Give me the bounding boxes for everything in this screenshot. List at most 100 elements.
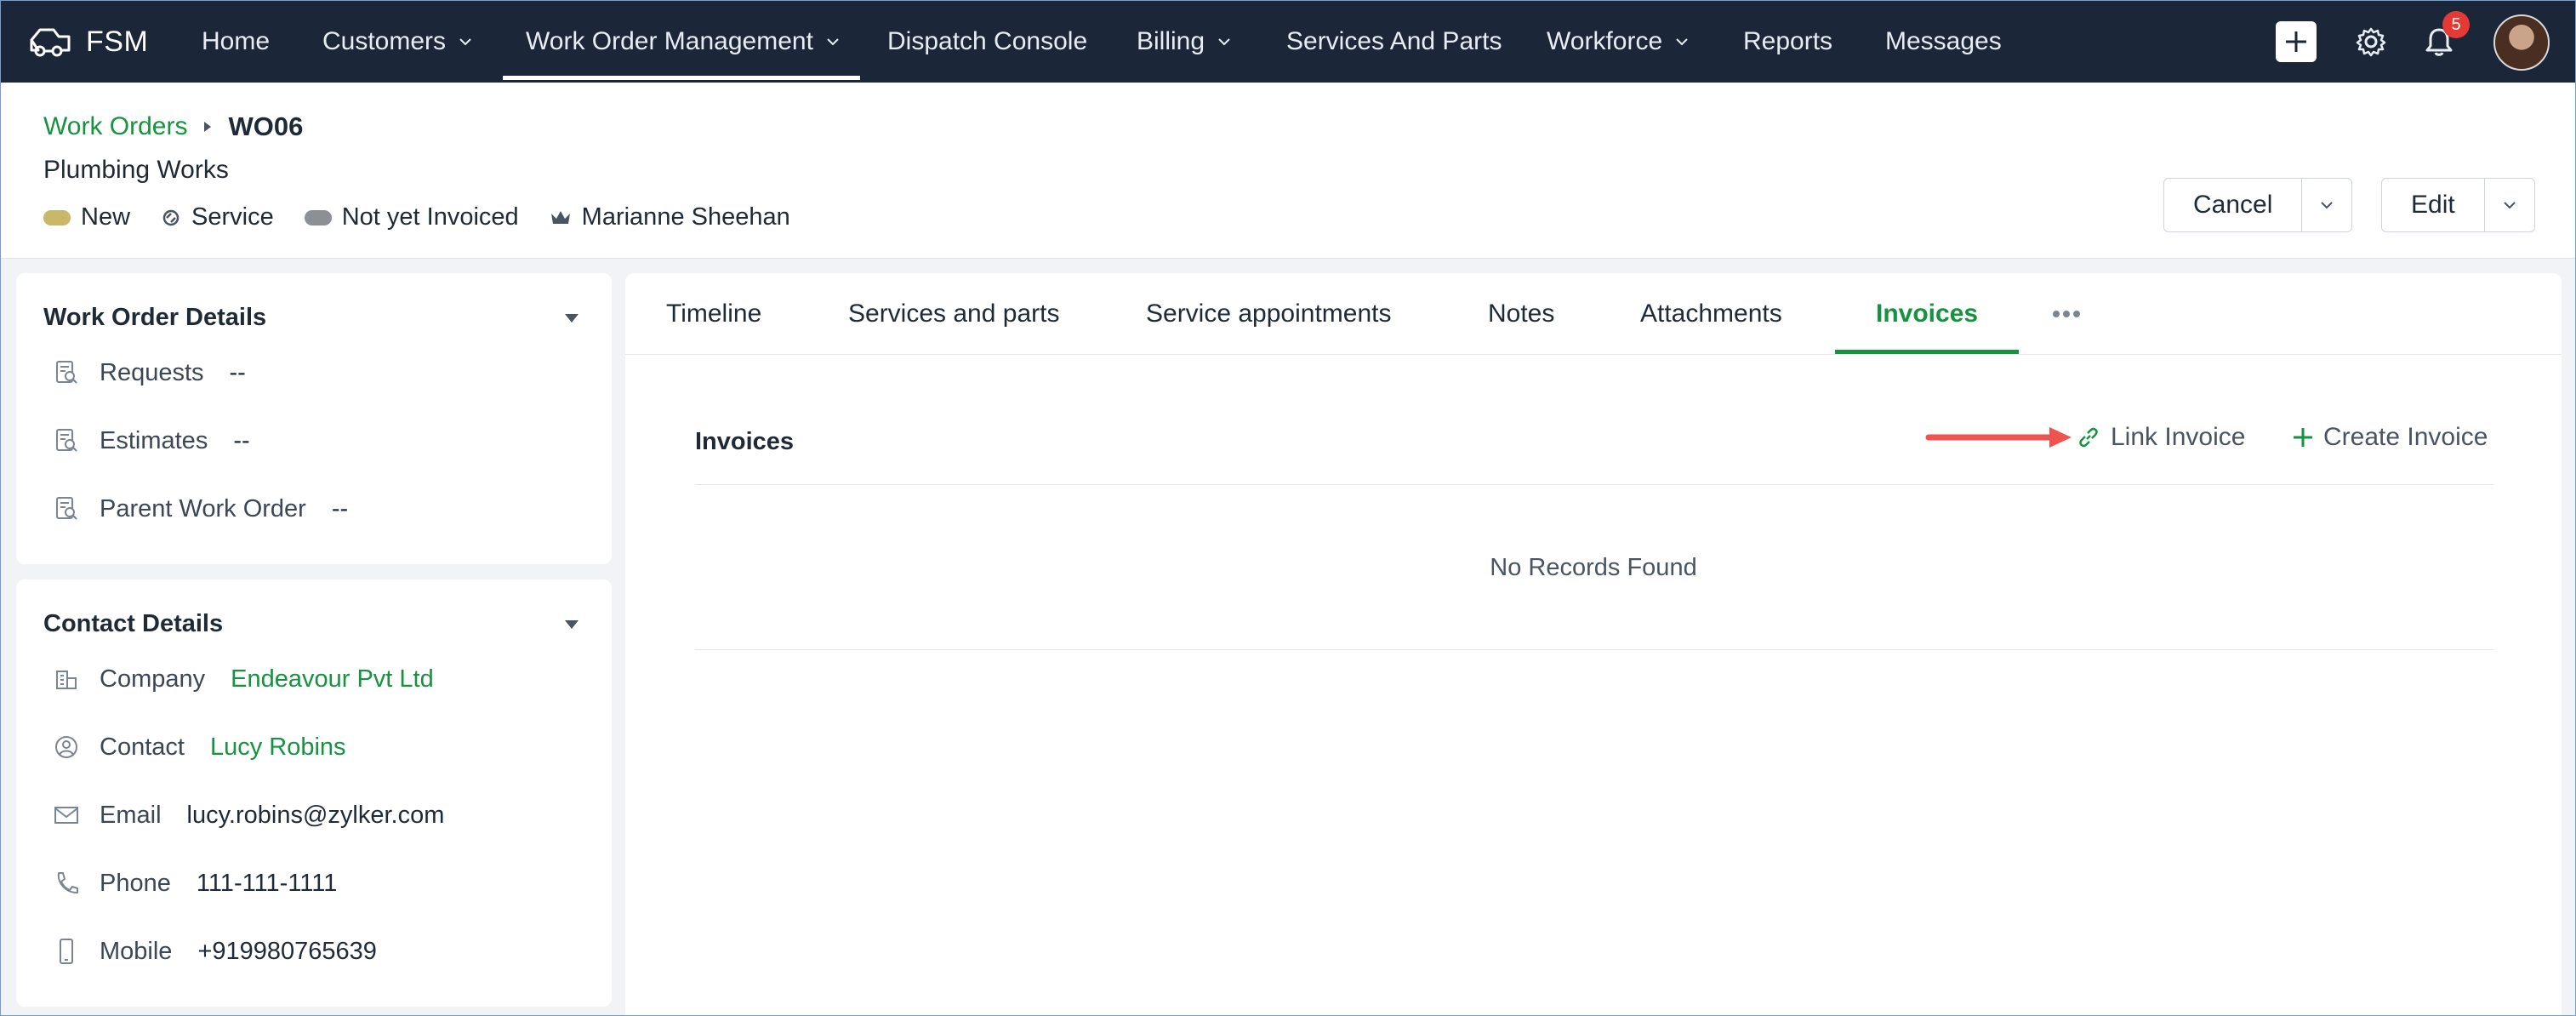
annotation-arrow-icon: [1925, 427, 2072, 448]
tab-services-and-parts[interactable]: Services and parts: [848, 273, 1059, 355]
cancel-dropdown-button[interactable]: [2302, 179, 2351, 231]
contact-link[interactable]: Lucy Robins: [210, 733, 346, 762]
more-tabs-icon[interactable]: [2051, 305, 2082, 322]
document-search-icon: [56, 497, 77, 520]
nav-workforce-label: Workforce: [1547, 27, 1663, 55]
chevron-down-icon: [2503, 202, 2516, 209]
tab-attachments[interactable]: Attachments: [1640, 273, 1782, 355]
nav-services-and-parts-label: Services And Parts: [1286, 27, 1502, 55]
invoice-status-tag-label: Not yet Invoiced: [341, 203, 519, 231]
contact-icon: [55, 736, 77, 758]
phone-label: Phone: [100, 869, 171, 897]
user-avatar[interactable]: [2493, 14, 2550, 71]
nav-messages[interactable]: Messages: [1885, 1, 2002, 83]
nav-customers-label: Customers: [322, 27, 447, 55]
collapse-caret-icon[interactable]: [565, 314, 578, 322]
chevron-down-icon: [1676, 38, 1688, 46]
edit-split-button: Edit: [2381, 178, 2535, 232]
building-icon: [56, 671, 77, 689]
tab-service-appointments[interactable]: Service appointments: [1146, 273, 1392, 355]
nav-billing[interactable]: Billing: [1137, 1, 1232, 83]
work-order-details-card: Work Order Details Requests -- Estimates…: [16, 273, 612, 564]
brand-name: FSM: [86, 25, 149, 58]
status-tag-new-label: New: [81, 203, 131, 231]
nav-work-order-management[interactable]: Work Order Management: [526, 1, 841, 83]
owner-tag: Marianne Sheehan: [550, 203, 790, 231]
link-icon: [2079, 427, 2098, 448]
nav-workforce[interactable]: Workforce: [1547, 1, 1690, 83]
edit-dropdown-button[interactable]: [2485, 179, 2534, 231]
email-value: lucy.robins@zylker.com: [186, 801, 445, 829]
status-tags: New Service Not yet Invoiced Marianne Sh…: [43, 203, 821, 231]
crown-icon: [550, 210, 570, 224]
contact-details-card: Contact Details Company Endeavour Pvt Lt…: [16, 579, 612, 1007]
nav-work-order-management-label: Work Order Management: [526, 27, 813, 55]
contact-details-title: Contact Details: [43, 610, 224, 637]
status-pill-icon: [43, 209, 71, 225]
tab-timeline[interactable]: Timeline: [666, 273, 761, 355]
breadcrumb-work-orders-link[interactable]: Work Orders: [43, 112, 187, 141]
nav-reports-label: Reports: [1743, 27, 1833, 55]
notification-badge: 5: [2442, 11, 2470, 38]
chevron-down-icon: [827, 38, 839, 46]
brand[interactable]: FSM: [28, 18, 148, 66]
nav-customers[interactable]: Customers: [322, 1, 473, 83]
tab-notes[interactable]: Notes: [1488, 273, 1554, 355]
plus-icon: [2286, 31, 2306, 52]
create-invoice-label: Create Invoice: [2323, 423, 2488, 451]
link-invoice-button[interactable]: Link Invoice: [2077, 423, 2245, 452]
active-tab-indicator: [1835, 350, 2019, 354]
edit-button[interactable]: Edit: [2382, 179, 2485, 231]
nav-active-indicator: [503, 76, 860, 80]
estimates-label: Estimates: [100, 426, 208, 454]
estimates-value: --: [233, 426, 250, 454]
nav-home-label: Home: [202, 27, 271, 55]
nav-dispatch-console-label: Dispatch Console: [887, 27, 1088, 55]
breadcrumb: Work Orders WO06: [43, 111, 303, 142]
chevron-down-icon: [459, 38, 471, 46]
document-search-icon: [56, 361, 77, 384]
cancel-split-button: Cancel: [2163, 178, 2353, 232]
email-row: Email lucy.robins@zylker.com: [52, 801, 444, 830]
email-label: Email: [100, 801, 162, 829]
breadcrumb-current: WO06: [228, 111, 304, 141]
contact-label: Contact: [100, 733, 185, 761]
nav-services-and-parts[interactable]: Services And Parts: [1286, 1, 1502, 83]
invoices-list-divider: [695, 649, 2493, 650]
collapse-caret-icon[interactable]: [565, 620, 578, 629]
document-search-icon: [56, 429, 77, 452]
contact-row: Contact Lucy Robins: [52, 733, 346, 762]
nav-dispatch-console[interactable]: Dispatch Console: [887, 1, 1087, 83]
quick-create-button[interactable]: [2276, 21, 2317, 62]
type-tag-service-label: Service: [191, 203, 274, 231]
requests-row: Requests --: [52, 358, 246, 387]
nav-messages-label: Messages: [1885, 27, 2002, 55]
app-window: FSM Home Customers Work Order Management…: [0, 0, 2576, 1016]
mail-icon: [54, 807, 78, 824]
invoice-status-tag: Not yet Invoiced: [304, 203, 519, 231]
company-link[interactable]: Endeavour Pvt Ltd: [231, 665, 434, 694]
empty-state-text: No Records Found: [1490, 554, 1697, 581]
parent-work-order-value: --: [331, 494, 349, 522]
tab-invoices[interactable]: Invoices: [1876, 273, 1978, 355]
mobile-label: Mobile: [100, 937, 173, 965]
phone-row: Phone 111-111-1111: [52, 869, 337, 898]
mobile-row: Mobile +919980765639: [52, 937, 377, 966]
nav-home[interactable]: Home: [202, 1, 270, 83]
estimates-row: Estimates --: [52, 426, 250, 455]
cancel-button[interactable]: Cancel: [2164, 179, 2303, 231]
caret-right-icon: [204, 122, 212, 132]
service-icon: [162, 209, 180, 225]
chevron-down-icon: [1218, 38, 1230, 46]
gear-icon[interactable]: [2354, 25, 2388, 59]
invoices-section-title: Invoices: [695, 428, 795, 455]
related-list-panel: Timeline Services and parts Service appo…: [625, 273, 2562, 1015]
top-navigation: FSM Home Customers Work Order Management…: [1, 1, 2575, 83]
status-pill-icon: [304, 209, 332, 225]
company-label: Company: [100, 665, 206, 693]
owner-tag-label: Marianne Sheehan: [581, 203, 790, 231]
nav-reports[interactable]: Reports: [1743, 1, 1832, 83]
mobile-value: +919980765639: [197, 937, 377, 965]
create-invoice-button[interactable]: Create Invoice: [2291, 423, 2488, 452]
phone-icon: [57, 872, 78, 894]
